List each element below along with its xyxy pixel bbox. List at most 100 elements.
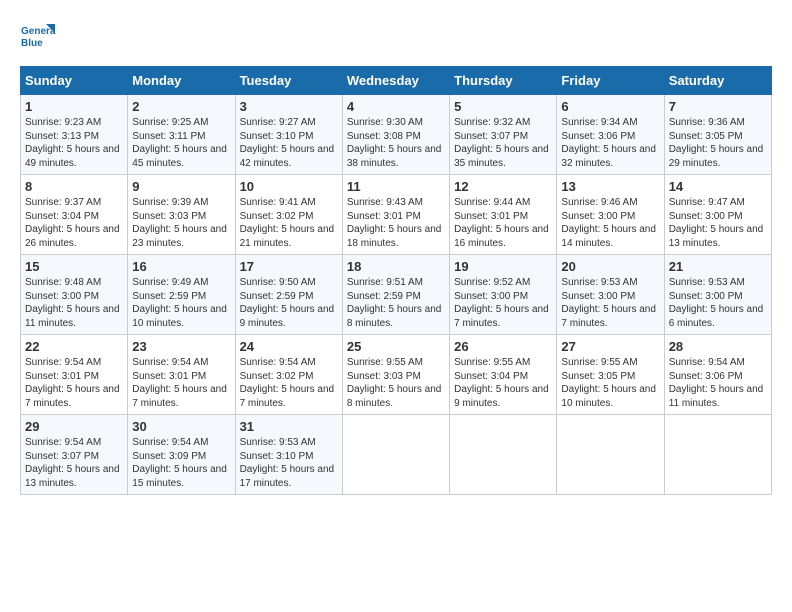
calendar-cell: 20 Sunrise: 9:53 AMSunset: 3:00 PMDaylig… xyxy=(557,255,664,335)
column-header-saturday: Saturday xyxy=(664,67,771,95)
calendar-cell: 5 Sunrise: 9:32 AMSunset: 3:07 PMDayligh… xyxy=(450,95,557,175)
day-number: 22 xyxy=(25,339,123,354)
day-number: 29 xyxy=(25,419,123,434)
day-info: Sunrise: 9:30 AMSunset: 3:08 PMDaylight:… xyxy=(347,116,445,170)
day-number: 12 xyxy=(454,179,552,194)
calendar-cell: 26 Sunrise: 9:55 AMSunset: 3:04 PMDaylig… xyxy=(450,335,557,415)
day-number: 2 xyxy=(132,99,230,114)
calendar-cell xyxy=(557,415,664,495)
day-number: 8 xyxy=(25,179,123,194)
calendar-cell: 17 Sunrise: 9:50 AMSunset: 2:59 PMDaylig… xyxy=(235,255,342,335)
day-info: Sunrise: 9:27 AMSunset: 3:10 PMDaylight:… xyxy=(240,116,338,170)
day-info: Sunrise: 9:48 AMSunset: 3:00 PMDaylight:… xyxy=(25,276,123,330)
day-number: 16 xyxy=(132,259,230,274)
calendar-cell: 6 Sunrise: 9:34 AMSunset: 3:06 PMDayligh… xyxy=(557,95,664,175)
calendar-cell: 8 Sunrise: 9:37 AMSunset: 3:04 PMDayligh… xyxy=(21,175,128,255)
day-info: Sunrise: 9:34 AMSunset: 3:06 PMDaylight:… xyxy=(561,116,659,170)
day-number: 14 xyxy=(669,179,767,194)
day-info: Sunrise: 9:55 AMSunset: 3:04 PMDaylight:… xyxy=(454,356,552,410)
day-info: Sunrise: 9:53 AMSunset: 3:00 PMDaylight:… xyxy=(669,276,767,330)
day-info: Sunrise: 9:50 AMSunset: 2:59 PMDaylight:… xyxy=(240,276,338,330)
day-number: 7 xyxy=(669,99,767,114)
calendar-cell: 18 Sunrise: 9:51 AMSunset: 2:59 PMDaylig… xyxy=(342,255,449,335)
column-header-tuesday: Tuesday xyxy=(235,67,342,95)
day-number: 26 xyxy=(454,339,552,354)
calendar-week-1: 1 Sunrise: 9:23 AMSunset: 3:13 PMDayligh… xyxy=(21,95,772,175)
day-number: 28 xyxy=(669,339,767,354)
day-number: 10 xyxy=(240,179,338,194)
column-header-wednesday: Wednesday xyxy=(342,67,449,95)
day-info: Sunrise: 9:54 AMSunset: 3:02 PMDaylight:… xyxy=(240,356,338,410)
calendar-cell xyxy=(450,415,557,495)
day-number: 20 xyxy=(561,259,659,274)
day-info: Sunrise: 9:44 AMSunset: 3:01 PMDaylight:… xyxy=(454,196,552,250)
day-number: 24 xyxy=(240,339,338,354)
column-header-friday: Friday xyxy=(557,67,664,95)
day-number: 23 xyxy=(132,339,230,354)
calendar-cell: 3 Sunrise: 9:27 AMSunset: 3:10 PMDayligh… xyxy=(235,95,342,175)
calendar-week-5: 29 Sunrise: 9:54 AMSunset: 3:07 PMDaylig… xyxy=(21,415,772,495)
calendar-cell: 11 Sunrise: 9:43 AMSunset: 3:01 PMDaylig… xyxy=(342,175,449,255)
calendar-cell: 15 Sunrise: 9:48 AMSunset: 3:00 PMDaylig… xyxy=(21,255,128,335)
day-info: Sunrise: 9:46 AMSunset: 3:00 PMDaylight:… xyxy=(561,196,659,250)
day-info: Sunrise: 9:52 AMSunset: 3:00 PMDaylight:… xyxy=(454,276,552,330)
day-number: 6 xyxy=(561,99,659,114)
column-header-monday: Monday xyxy=(128,67,235,95)
calendar-week-4: 22 Sunrise: 9:54 AMSunset: 3:01 PMDaylig… xyxy=(21,335,772,415)
calendar-cell: 4 Sunrise: 9:30 AMSunset: 3:08 PMDayligh… xyxy=(342,95,449,175)
calendar-cell: 13 Sunrise: 9:46 AMSunset: 3:00 PMDaylig… xyxy=(557,175,664,255)
day-number: 25 xyxy=(347,339,445,354)
logo: General Blue xyxy=(20,20,56,56)
calendar-cell: 9 Sunrise: 9:39 AMSunset: 3:03 PMDayligh… xyxy=(128,175,235,255)
logo: General Blue xyxy=(20,20,56,56)
day-info: Sunrise: 9:55 AMSunset: 3:05 PMDaylight:… xyxy=(561,356,659,410)
day-info: Sunrise: 9:53 AMSunset: 3:10 PMDaylight:… xyxy=(240,436,338,490)
calendar-cell: 29 Sunrise: 9:54 AMSunset: 3:07 PMDaylig… xyxy=(21,415,128,495)
calendar-cell: 7 Sunrise: 9:36 AMSunset: 3:05 PMDayligh… xyxy=(664,95,771,175)
day-info: Sunrise: 9:55 AMSunset: 3:03 PMDaylight:… xyxy=(347,356,445,410)
calendar-cell: 25 Sunrise: 9:55 AMSunset: 3:03 PMDaylig… xyxy=(342,335,449,415)
svg-text:Blue: Blue xyxy=(21,38,43,49)
calendar-cell: 16 Sunrise: 9:49 AMSunset: 2:59 PMDaylig… xyxy=(128,255,235,335)
calendar-cell: 12 Sunrise: 9:44 AMSunset: 3:01 PMDaylig… xyxy=(450,175,557,255)
day-number: 27 xyxy=(561,339,659,354)
calendar-table: SundayMondayTuesdayWednesdayThursdayFrid… xyxy=(20,66,772,495)
day-number: 17 xyxy=(240,259,338,274)
day-number: 19 xyxy=(454,259,552,274)
day-info: Sunrise: 9:54 AMSunset: 3:01 PMDaylight:… xyxy=(132,356,230,410)
calendar-cell: 31 Sunrise: 9:53 AMSunset: 3:10 PMDaylig… xyxy=(235,415,342,495)
day-number: 13 xyxy=(561,179,659,194)
calendar-cell: 23 Sunrise: 9:54 AMSunset: 3:01 PMDaylig… xyxy=(128,335,235,415)
day-number: 11 xyxy=(347,179,445,194)
day-number: 21 xyxy=(669,259,767,274)
page-header: General Blue xyxy=(20,20,772,56)
calendar-cell: 22 Sunrise: 9:54 AMSunset: 3:01 PMDaylig… xyxy=(21,335,128,415)
day-number: 30 xyxy=(132,419,230,434)
column-header-sunday: Sunday xyxy=(21,67,128,95)
day-info: Sunrise: 9:37 AMSunset: 3:04 PMDaylight:… xyxy=(25,196,123,250)
day-info: Sunrise: 9:54 AMSunset: 3:01 PMDaylight:… xyxy=(25,356,123,410)
day-info: Sunrise: 9:49 AMSunset: 2:59 PMDaylight:… xyxy=(132,276,230,330)
day-info: Sunrise: 9:54 AMSunset: 3:09 PMDaylight:… xyxy=(132,436,230,490)
day-number: 15 xyxy=(25,259,123,274)
day-number: 5 xyxy=(454,99,552,114)
calendar-cell: 21 Sunrise: 9:53 AMSunset: 3:00 PMDaylig… xyxy=(664,255,771,335)
calendar-cell: 2 Sunrise: 9:25 AMSunset: 3:11 PMDayligh… xyxy=(128,95,235,175)
day-info: Sunrise: 9:23 AMSunset: 3:13 PMDaylight:… xyxy=(25,116,123,170)
day-number: 1 xyxy=(25,99,123,114)
column-header-thursday: Thursday xyxy=(450,67,557,95)
day-info: Sunrise: 9:32 AMSunset: 3:07 PMDaylight:… xyxy=(454,116,552,170)
day-number: 31 xyxy=(240,419,338,434)
calendar-cell xyxy=(342,415,449,495)
day-info: Sunrise: 9:41 AMSunset: 3:02 PMDaylight:… xyxy=(240,196,338,250)
day-info: Sunrise: 9:39 AMSunset: 3:03 PMDaylight:… xyxy=(132,196,230,250)
calendar-week-3: 15 Sunrise: 9:48 AMSunset: 3:00 PMDaylig… xyxy=(21,255,772,335)
day-info: Sunrise: 9:54 AMSunset: 3:07 PMDaylight:… xyxy=(25,436,123,490)
calendar-cell xyxy=(664,415,771,495)
calendar-cell: 14 Sunrise: 9:47 AMSunset: 3:00 PMDaylig… xyxy=(664,175,771,255)
calendar-cell: 30 Sunrise: 9:54 AMSunset: 3:09 PMDaylig… xyxy=(128,415,235,495)
calendar-week-2: 8 Sunrise: 9:37 AMSunset: 3:04 PMDayligh… xyxy=(21,175,772,255)
day-info: Sunrise: 9:25 AMSunset: 3:11 PMDaylight:… xyxy=(132,116,230,170)
day-info: Sunrise: 9:47 AMSunset: 3:00 PMDaylight:… xyxy=(669,196,767,250)
day-info: Sunrise: 9:51 AMSunset: 2:59 PMDaylight:… xyxy=(347,276,445,330)
